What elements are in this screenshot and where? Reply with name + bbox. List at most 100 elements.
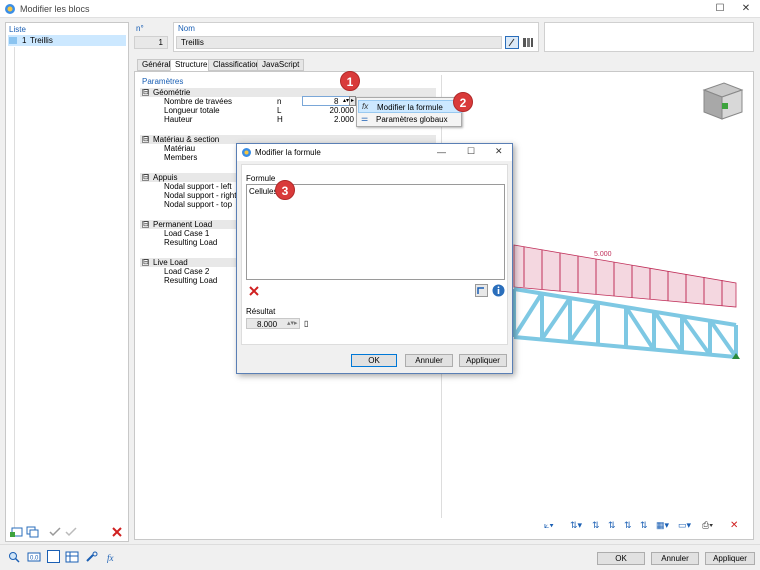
ok-button[interactable]: OK bbox=[597, 552, 645, 565]
params-title: Paramètres bbox=[142, 77, 184, 86]
view-toolbar: ⟀▾ ⇅▾ ⇅ ⇅ ⇅ ⇅ ▦▾ ▭▾ ⎙▾ ✕ bbox=[544, 520, 752, 534]
clear-formula-icon[interactable] bbox=[248, 285, 260, 297]
apply-button[interactable]: Appliquer bbox=[705, 552, 755, 565]
dialog-minimize-button[interactable]: — bbox=[437, 147, 446, 157]
dialog-maximize-button[interactable]: ☐ bbox=[467, 146, 475, 157]
list-item-name: Treillis bbox=[30, 36, 53, 45]
result-field: 8.000 ▴▾▸ bbox=[246, 318, 300, 329]
view-z-icon[interactable]: ⇅ bbox=[608, 520, 622, 532]
tab-structure[interactable]: Structure bbox=[170, 59, 213, 71]
row-value: 2.000 bbox=[333, 115, 354, 124]
formula-editor-icon[interactable] bbox=[475, 284, 488, 297]
script-icon[interactable]: fx bbox=[105, 551, 119, 563]
menu-item-global-params[interactable]: ⚌ Paramètres globaux bbox=[358, 113, 462, 126]
menu-item-label: Paramètres globaux bbox=[376, 115, 448, 124]
display-icon[interactable]: ▭▾ bbox=[678, 520, 698, 532]
menu-item-edit-formula[interactable]: fx Modifier la formule bbox=[358, 100, 462, 113]
list-item[interactable]: 1 Treillis bbox=[8, 35, 126, 46]
row-label: Matériau bbox=[164, 144, 196, 153]
view-cube-icon[interactable] bbox=[702, 82, 744, 120]
dialog-app-icon bbox=[242, 148, 251, 157]
check-icon[interactable] bbox=[48, 526, 62, 538]
library-icon[interactable] bbox=[521, 36, 535, 49]
global-params-icon: ⚌ bbox=[361, 114, 369, 123]
list-item-number: 1 bbox=[22, 36, 27, 45]
print-icon[interactable]: ⎙▾ bbox=[702, 520, 724, 532]
context-menu: fx Modifier la formule ⚌ Paramètres glob… bbox=[356, 97, 462, 127]
title-bar: Modifier les blocs ☐ ✕ bbox=[0, 0, 760, 18]
dialog-close-button[interactable]: ✕ bbox=[495, 146, 503, 157]
dialog-title-bar: Modifier la formule — ☐ ✕ bbox=[237, 144, 512, 161]
dialog-cancel-button[interactable]: Annuler bbox=[405, 354, 453, 367]
formula-label: Formule bbox=[246, 174, 276, 183]
row-label: Nombre de travées bbox=[164, 97, 233, 106]
group-label: Permanent Load bbox=[153, 220, 213, 229]
preview-panel bbox=[544, 22, 754, 52]
render-icon[interactable]: ▦▾ bbox=[656, 520, 676, 532]
info-icon[interactable] bbox=[492, 284, 505, 297]
dialog-ok-button[interactable]: OK bbox=[351, 354, 397, 367]
tools-icon[interactable] bbox=[85, 551, 99, 563]
table-icon[interactable] bbox=[65, 551, 79, 563]
unit-icon: ▯ bbox=[304, 319, 309, 328]
edit-formula-dialog: Modifier la formule — ☐ ✕ Formule Cellul… bbox=[236, 143, 513, 374]
reset-view-icon[interactable]: ✕ bbox=[730, 520, 744, 532]
row-label: Resulting Load bbox=[164, 276, 218, 285]
close-button[interactable]: ✕ bbox=[734, 2, 758, 16]
svg-text:0.0: 0.0 bbox=[30, 556, 39, 562]
dialog-apply-button[interactable]: Appliquer bbox=[459, 354, 507, 367]
menu-item-label: Modifier la formule bbox=[377, 103, 443, 112]
name-field[interactable]: Treillis bbox=[176, 36, 502, 49]
result-spin-icon: ▴▾▸ bbox=[287, 320, 298, 327]
selection-icon[interactable] bbox=[47, 550, 60, 563]
uncheck-icon[interactable] bbox=[64, 526, 78, 538]
row-symbol: n bbox=[277, 97, 282, 106]
row-symbol: L bbox=[277, 106, 282, 115]
delete-icon[interactable] bbox=[110, 526, 124, 538]
tree-guide bbox=[14, 47, 15, 537]
units-icon[interactable]: 0.0 bbox=[27, 551, 41, 563]
group-label: Appuis bbox=[153, 173, 178, 182]
formula-icon: fx bbox=[362, 102, 369, 111]
svg-text:fx: fx bbox=[107, 553, 114, 563]
maximize-button[interactable]: ☐ bbox=[708, 2, 732, 16]
cancel-button[interactable]: Annuler bbox=[651, 552, 699, 565]
view-x-icon[interactable]: ⇅▾ bbox=[570, 520, 590, 532]
edit-icon[interactable] bbox=[505, 36, 519, 49]
axis-icon[interactable]: ⟀▾ bbox=[544, 520, 564, 532]
app-icon bbox=[5, 4, 15, 14]
row-symbol: H bbox=[277, 115, 283, 124]
row-label: Hauteur bbox=[164, 115, 193, 124]
row-label: Resulting Load bbox=[164, 238, 218, 247]
tab-javascript[interactable]: JavaScript bbox=[257, 59, 305, 71]
copy-block-icon[interactable] bbox=[26, 526, 40, 538]
group-geometry[interactable]: ⊟ Géométrie bbox=[140, 88, 436, 97]
result-value: 8.000 bbox=[257, 320, 278, 329]
collapse-icon[interactable]: ⊟ bbox=[142, 221, 149, 228]
row-label: Nodal support - left bbox=[164, 182, 232, 191]
number-field[interactable]: 1 bbox=[134, 36, 168, 49]
row-label: Load Case 2 bbox=[164, 267, 210, 276]
new-block-icon[interactable] bbox=[10, 526, 24, 538]
view-top-icon[interactable]: ⇅ bbox=[640, 520, 654, 532]
collapse-icon[interactable]: ⊟ bbox=[142, 259, 149, 266]
group-label: Matériau & section bbox=[153, 135, 220, 144]
collapse-icon[interactable]: ⊟ bbox=[142, 89, 149, 96]
callout-marker-1: 1 bbox=[340, 71, 360, 91]
view-y-icon[interactable]: ⇅ bbox=[592, 520, 606, 532]
group-label: Géométrie bbox=[153, 88, 191, 97]
callout-marker-3: 3 bbox=[275, 180, 295, 200]
list-panel: Liste 1 Treillis bbox=[5, 22, 129, 542]
row-label: Nodal support - right bbox=[164, 191, 237, 200]
result-label: Résultat bbox=[246, 307, 276, 316]
bottom-bar: 0.0 fx OK Annuler Appliquer bbox=[0, 544, 760, 570]
row-label: Nodal support - top bbox=[164, 200, 233, 209]
view-iso-icon[interactable]: ⇅ bbox=[624, 520, 638, 532]
list-header: Liste bbox=[9, 25, 26, 34]
collapse-icon[interactable]: ⊟ bbox=[142, 136, 149, 143]
collapse-icon[interactable]: ⊟ bbox=[142, 174, 149, 181]
callout-marker-2: 2 bbox=[453, 92, 473, 112]
menu-arrow-icon[interactable]: ▸ bbox=[349, 96, 356, 106]
search-icon[interactable] bbox=[7, 551, 21, 563]
number-label: n° bbox=[136, 24, 144, 33]
